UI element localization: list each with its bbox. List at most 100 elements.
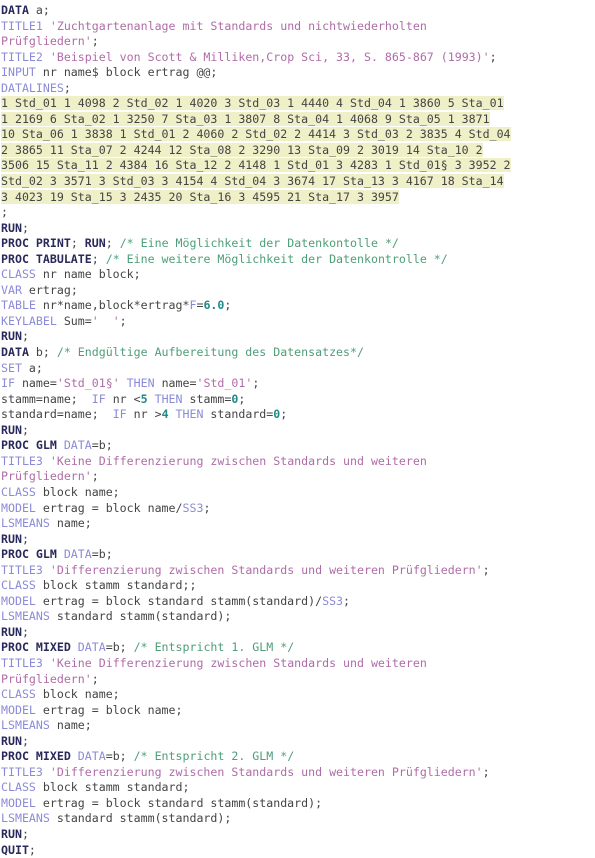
token-stmt: MODEL xyxy=(1,702,36,717)
code-line[interactable]: RUN; xyxy=(1,329,595,345)
token-stmt: DATA xyxy=(63,438,92,453)
token-stmt: TITLE1 xyxy=(1,18,43,33)
token-plain: a; xyxy=(21,360,43,375)
code-line[interactable]: RUN; xyxy=(1,734,595,750)
token-num: 5 xyxy=(140,391,148,406)
code-line[interactable]: Prüfgliedern'; xyxy=(1,469,595,485)
token-stmt: THEN xyxy=(175,407,204,422)
code-line-dataline[interactable]: 3506 15 Sta_11 2 4384 16 Sta_12 2 4148 1… xyxy=(1,158,595,174)
code-line[interactable]: MODEL ertrag = block standard stamm(stan… xyxy=(1,796,595,812)
code-line[interactable]: CLASS block name; xyxy=(1,485,595,501)
code-line-dataline[interactable]: 1 2169 6 Sta_02 1 3250 7 Sta_03 1 3807 8… xyxy=(1,111,595,128)
code-line[interactable]: DATA b; /* Endgültige Aufbereitung des D… xyxy=(1,345,595,361)
code-line[interactable]: PROC MIXED DATA=b; /* Entspricht 2. GLM … xyxy=(1,749,595,765)
token-stmt: CLASS xyxy=(1,687,36,702)
token-cmt: /* Endgültige Aufbereitung des Datensatz… xyxy=(56,345,364,360)
code-line[interactable]: RUN; xyxy=(1,532,595,548)
code-line-dataline[interactable]: 1 Std_01 1 4098 2 Std_02 1 4020 3 Std_03… xyxy=(1,96,595,112)
code-line[interactable]: IF name='Std_01§' THEN name='Std_01'; xyxy=(1,376,595,392)
code-line[interactable]: RUN; xyxy=(1,423,595,439)
token-num: 6.0 xyxy=(203,298,225,313)
code-line[interactable]: MODEL ertrag = block standard stamm(stan… xyxy=(1,594,595,610)
code-line[interactable]: PROC PRINT; RUN; /* Eine Möglichkeit der… xyxy=(1,236,595,252)
code-line[interactable]: CLASS block stamm standard; xyxy=(1,780,595,796)
code-line[interactable]: TITLE3 'Keine Differenzierung zwischen S… xyxy=(1,454,595,470)
code-line[interactable]: TABLE nr*name,block*ertrag*F=6.0; xyxy=(1,298,595,314)
token-str: 'Beispiel von Scott & Milliken,Crop Sci,… xyxy=(49,49,490,64)
token-stmt: IF xyxy=(112,407,127,422)
token-plain: ; xyxy=(91,34,99,49)
token-plain: ; xyxy=(91,671,99,686)
token-stmt: TITLE3 xyxy=(1,655,43,670)
token-stmt: CLASS xyxy=(1,267,36,282)
code-line[interactable]: Prüfgliedern'; xyxy=(1,672,595,688)
token-stmt: LSMEANS xyxy=(1,718,50,733)
token-plain: ; xyxy=(1,205,8,220)
code-line[interactable]: CLASS nr name block; xyxy=(1,267,595,283)
code-line[interactable]: TITLE3 'Differenzierung zwischen Standar… xyxy=(1,765,595,781)
code-line[interactable]: PROC GLM DATA=b; xyxy=(1,438,595,454)
code-line[interactable]: DATA a; xyxy=(1,3,595,19)
code-line[interactable]: standard=name; IF nr >4 THEN standard=0; xyxy=(1,407,595,423)
code-line[interactable]: RUN; xyxy=(1,625,595,641)
token-plain: a; xyxy=(28,3,50,17)
code-line-dataline[interactable]: 3 4023 19 Sta_15 3 2435 20 Sta_16 3 4595… xyxy=(1,189,595,206)
code-line-dataline[interactable]: 10 Sta_06 1 3838 1 Std_01 2 4060 2 Std_0… xyxy=(1,127,595,143)
code-line[interactable]: LSMEANS standard stamm(standard); xyxy=(1,811,595,827)
code-line[interactable]: MODEL ertrag = block name/SS3; xyxy=(1,501,595,517)
code-line[interactable]: MODEL ertrag = block name; xyxy=(1,703,595,719)
code-line[interactable]: PROC TABULATE; /* Eine weitere Möglichke… xyxy=(1,252,595,268)
code-line[interactable]: ; xyxy=(1,205,595,221)
code-line[interactable]: PROC GLM DATA=b; xyxy=(1,547,595,563)
code-listing[interactable]: DATA a; TITLE1 'Zuchtgartenanlage mit Sta… xyxy=(0,0,595,858)
token-stmt: LSMEANS xyxy=(1,811,50,826)
code-line[interactable]: INPUT nr name$ block ertrag @@; xyxy=(1,65,595,81)
token-plain: block name; xyxy=(35,484,120,499)
token-kw: RUN xyxy=(1,329,22,344)
token-plain: =b; xyxy=(91,438,113,453)
code-line[interactable]: CLASS block name; xyxy=(1,687,595,703)
token-stmt: THEN xyxy=(126,376,155,391)
code-line[interactable]: SET a; xyxy=(1,361,595,377)
code-line[interactable]: RUN; xyxy=(1,221,595,237)
code-line[interactable]: VAR ertrag; xyxy=(1,283,595,299)
token-plain: ; xyxy=(70,236,85,251)
code-line[interactable]: RUN; xyxy=(1,827,595,843)
token-str: 'Keine Differenzierung zwischen Standard… xyxy=(49,453,427,468)
code-line[interactable]: LSMEANS name; xyxy=(1,718,595,734)
code-line[interactable]: CLASS block stamm standard;; xyxy=(1,578,595,594)
code-line[interactable]: QUIT; xyxy=(1,843,595,858)
token-str: 'Keine Differenzierung zwischen Standard… xyxy=(49,655,427,670)
code-line[interactable]: LSMEANS name; xyxy=(1,516,595,532)
token-cmt: /* Entspricht 2. GLM */ xyxy=(133,749,295,764)
token-kw: PROC GLM xyxy=(1,547,57,562)
token-plain: standard= xyxy=(203,407,274,422)
code-line-dataline[interactable]: 2 3865 11 Sta_07 2 4244 12 Sta_08 2 3290… xyxy=(1,142,595,159)
code-line[interactable]: PROC MIXED DATA=b; /* Entspricht 1. GLM … xyxy=(1,640,595,656)
token-stmt: SS3 xyxy=(182,500,204,515)
code-line[interactable]: Prüfgliedern'; xyxy=(1,34,595,50)
code-line[interactable]: TITLE3 'Keine Differenzierung zwischen S… xyxy=(1,656,595,672)
token-plain: ; xyxy=(203,500,211,515)
code-line[interactable]: LSMEANS standard stamm(standard); xyxy=(1,609,595,625)
token-stmt: CLASS xyxy=(1,484,36,499)
token-stmt: MODEL xyxy=(1,593,36,608)
code-line[interactable]: DATALINES; xyxy=(1,81,595,97)
token-plain: ; xyxy=(105,236,120,251)
code-line-dataline[interactable]: Std_02 3 3571 3 Std_03 3 4154 4 Std_04 3… xyxy=(1,174,595,190)
token-stmt: IF xyxy=(91,391,106,406)
token-kw: DATA xyxy=(1,345,29,360)
code-line[interactable]: stamm=name; IF nr <5 THEN stamm=0; xyxy=(1,392,595,408)
code-line[interactable]: TITLE1 'Zuchtgartenanlage mit Standards … xyxy=(1,19,595,35)
code-line[interactable]: TITLE3 'Differenzierung zwischen Standar… xyxy=(1,563,595,579)
code-line[interactable]: TITLE2 'Beispiel von Scott & Milliken,Cr… xyxy=(1,50,595,66)
token-plain: nr > xyxy=(126,407,162,422)
code-line[interactable]: KEYLABEL Sum=' '; xyxy=(1,314,595,330)
token-stmt: LSMEANS xyxy=(1,516,50,531)
